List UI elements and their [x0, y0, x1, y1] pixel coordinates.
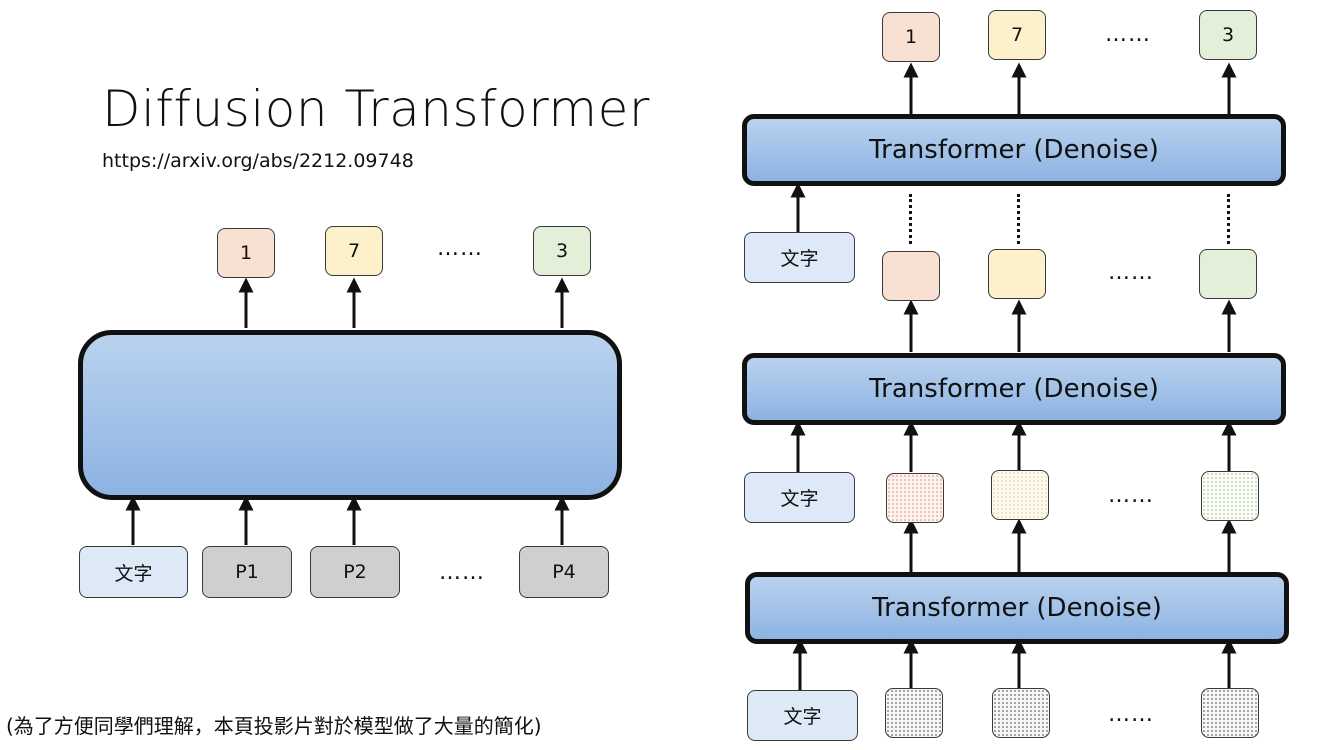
left-input-p2: P2 — [310, 546, 400, 598]
stage2-ellipsis: …… — [1108, 260, 1154, 285]
right-output-token-3: 3 — [1199, 10, 1257, 60]
left-output-token-3: 3 — [533, 226, 591, 276]
transformer-denoise-middle: Transformer (Denoise) — [742, 353, 1286, 425]
continuation-dots-2 — [1017, 194, 1024, 244]
left-input-p4: P4 — [519, 546, 609, 598]
right-text-input-middle: 文字 — [744, 472, 855, 523]
continuation-dots-3 — [1227, 194, 1234, 244]
token-stage1-pink — [886, 473, 944, 523]
token-stage2-yellow — [988, 249, 1046, 299]
left-input-ellipsis: …… — [439, 560, 485, 585]
transformer-denoise-bottom: Transformer (Denoise) — [745, 572, 1289, 644]
transformer-denoise-top: Transformer (Denoise) — [742, 114, 1286, 186]
right-output-token-7: 7 — [988, 10, 1046, 60]
left-output-token-1: 1 — [217, 228, 275, 278]
continuation-dots-1 — [909, 194, 916, 244]
right-text-input-top: 文字 — [744, 232, 855, 283]
noise-ellipsis: …… — [1108, 702, 1154, 727]
token-stage1-green — [1201, 471, 1259, 521]
left-input-p1: P1 — [202, 546, 292, 598]
left-output-token-7: 7 — [325, 226, 383, 276]
right-output-token-1: 1 — [882, 12, 940, 62]
left-transformer-block — [78, 330, 622, 500]
noise-token-3 — [1201, 688, 1259, 738]
token-stage2-pink — [882, 251, 940, 301]
left-output-ellipsis: …… — [437, 236, 483, 261]
noise-token-2 — [992, 688, 1050, 738]
stage1-ellipsis: …… — [1108, 483, 1154, 508]
right-text-input-bottom: 文字 — [747, 690, 858, 741]
noise-token-1 — [885, 688, 943, 738]
token-stage2-green — [1199, 249, 1257, 299]
token-stage1-yellow — [991, 470, 1049, 520]
left-input-text: 文字 — [79, 546, 188, 598]
right-output-ellipsis: …… — [1105, 22, 1151, 47]
